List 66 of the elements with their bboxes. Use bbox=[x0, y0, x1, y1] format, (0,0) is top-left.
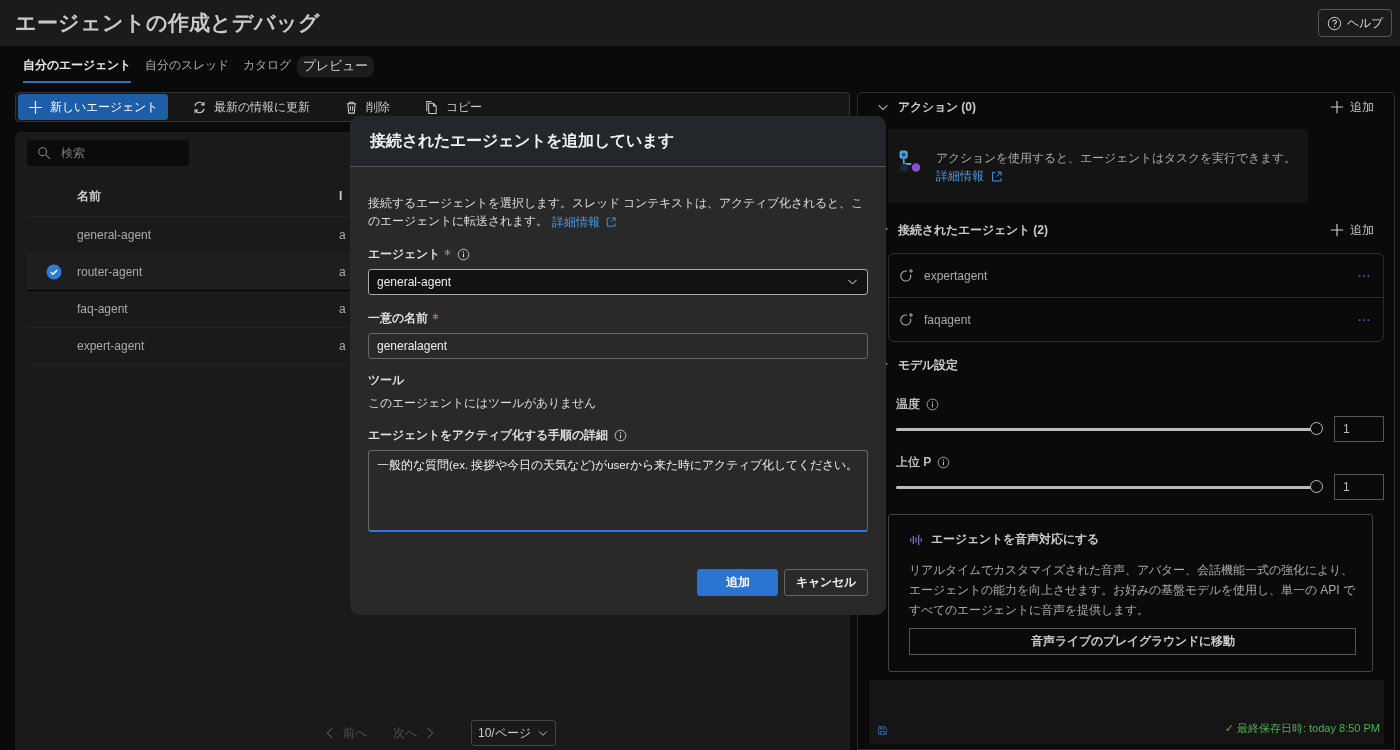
add-button[interactable]: 追加 bbox=[1324, 97, 1380, 117]
page-title: エージェントの作成とデバッグ bbox=[15, 10, 320, 36]
agent-item[interactable]: faqagent bbox=[889, 298, 1383, 341]
dialog-description: 接続するエージェントを選択します。スレッド コンテキストは、アクティブ化されると、このエージェントに転送されます。 詳細情報 bbox=[368, 195, 865, 231]
dialog-title: 接続されたエージェントを追加しています bbox=[350, 116, 886, 167]
tab[interactable]: 自分のエージェント bbox=[23, 49, 131, 83]
learn-more-link[interactable]: 詳細情報 bbox=[936, 167, 1003, 185]
field-label: 一意の名前 bbox=[368, 310, 428, 328]
learn-more-link[interactable]: 詳細情報 bbox=[552, 212, 617, 231]
column-header: I bbox=[339, 189, 344, 203]
save-status: ✓ 最終保存日時: today 8:50 PM bbox=[1224, 721, 1380, 736]
tab[interactable]: 自分のスレッド bbox=[145, 49, 229, 83]
agent-item[interactable]: expertagent bbox=[889, 254, 1383, 298]
page-size-dropdown[interactable]: 10/ページ bbox=[471, 720, 556, 746]
info-icon[interactable] bbox=[614, 429, 627, 443]
card-text: リアルタイムでカスタマイズされた音声、アバター、会話機能一式の強化により、エージェントの能力を向上させます。お好みの基盤モデルを使用し、単一の API ですべてのエージェントに音声を提供します。 bbox=[909, 562, 1356, 619]
slider[interactable] bbox=[896, 480, 1324, 494]
agent-icon bbox=[899, 267, 915, 284]
number-field[interactable]: 1 bbox=[1334, 416, 1384, 442]
external-link-icon bbox=[605, 215, 617, 228]
agent-dropdown[interactable]: general-agent bbox=[368, 268, 868, 295]
slider-thumb[interactable] bbox=[1310, 480, 1323, 493]
preview-badge: プレビュー bbox=[297, 55, 374, 77]
field-label: エージェントをアクティブ化する手順の詳細 bbox=[368, 427, 608, 445]
cancel-button[interactable]: キャンセル bbox=[784, 568, 868, 596]
refresh-icon bbox=[192, 99, 207, 115]
search-icon bbox=[37, 146, 51, 160]
info-icon[interactable] bbox=[937, 456, 951, 469]
new-agent-button[interactable]: 新しいエージェント bbox=[18, 94, 168, 120]
slider-thumb[interactable] bbox=[1310, 422, 1323, 435]
parameter-label: 温度 bbox=[896, 396, 920, 413]
save-icon[interactable] bbox=[877, 725, 888, 736]
refresh-button[interactable]: 最新の情報に更新 bbox=[182, 94, 320, 120]
instructions-field[interactable]: 一般的な質問(ex. 挨拶や今日の天気など)がuserから来た時にアクティブ化してください。 bbox=[368, 449, 868, 532]
info-icon[interactable] bbox=[926, 398, 939, 411]
info-text: アクションを使用すると、エージェントはタスクを実行できます。 bbox=[936, 151, 1296, 166]
help-icon bbox=[1327, 15, 1342, 31]
slider[interactable] bbox=[896, 422, 1324, 436]
workflow-icon bbox=[898, 149, 922, 173]
field-label: ツール bbox=[368, 372, 404, 390]
card-title: エージェントを音声対応にする bbox=[931, 531, 1099, 548]
checkmark-icon bbox=[46, 264, 62, 280]
section-title: モデル設定 bbox=[898, 356, 958, 374]
add-button[interactable]: 追加 bbox=[1324, 220, 1380, 240]
column-header: 名前 bbox=[77, 187, 102, 205]
section-title: 接続されたエージェント (2) bbox=[898, 221, 1048, 239]
plus-icon bbox=[1330, 100, 1344, 114]
plus-icon bbox=[28, 99, 43, 115]
search-field[interactable]: 検索 bbox=[27, 140, 189, 166]
tools-text: このエージェントにはツールがありません bbox=[368, 394, 597, 412]
trash-icon bbox=[344, 99, 359, 115]
info-icon[interactable] bbox=[457, 248, 470, 262]
add-button[interactable]: 追加 bbox=[697, 568, 778, 596]
number-field[interactable]: 1 bbox=[1334, 474, 1384, 500]
copy-icon bbox=[424, 99, 439, 115]
field-label: エージェント bbox=[368, 246, 440, 264]
sound-wave-icon bbox=[909, 532, 923, 547]
parameter-label: 上位 P bbox=[896, 454, 932, 471]
section-title: アクション (0) bbox=[898, 98, 976, 116]
input-field[interactable]: generalagent bbox=[368, 332, 868, 359]
tab[interactable]: カタログ bbox=[243, 49, 291, 83]
playground-button[interactable]: 音声ライブのプレイグラウンドに移動 bbox=[909, 628, 1356, 655]
external-link-icon bbox=[990, 169, 1003, 183]
plus-icon bbox=[1330, 223, 1344, 237]
agent-icon bbox=[899, 311, 915, 328]
help-button[interactable]: ヘルプ bbox=[1318, 9, 1392, 37]
